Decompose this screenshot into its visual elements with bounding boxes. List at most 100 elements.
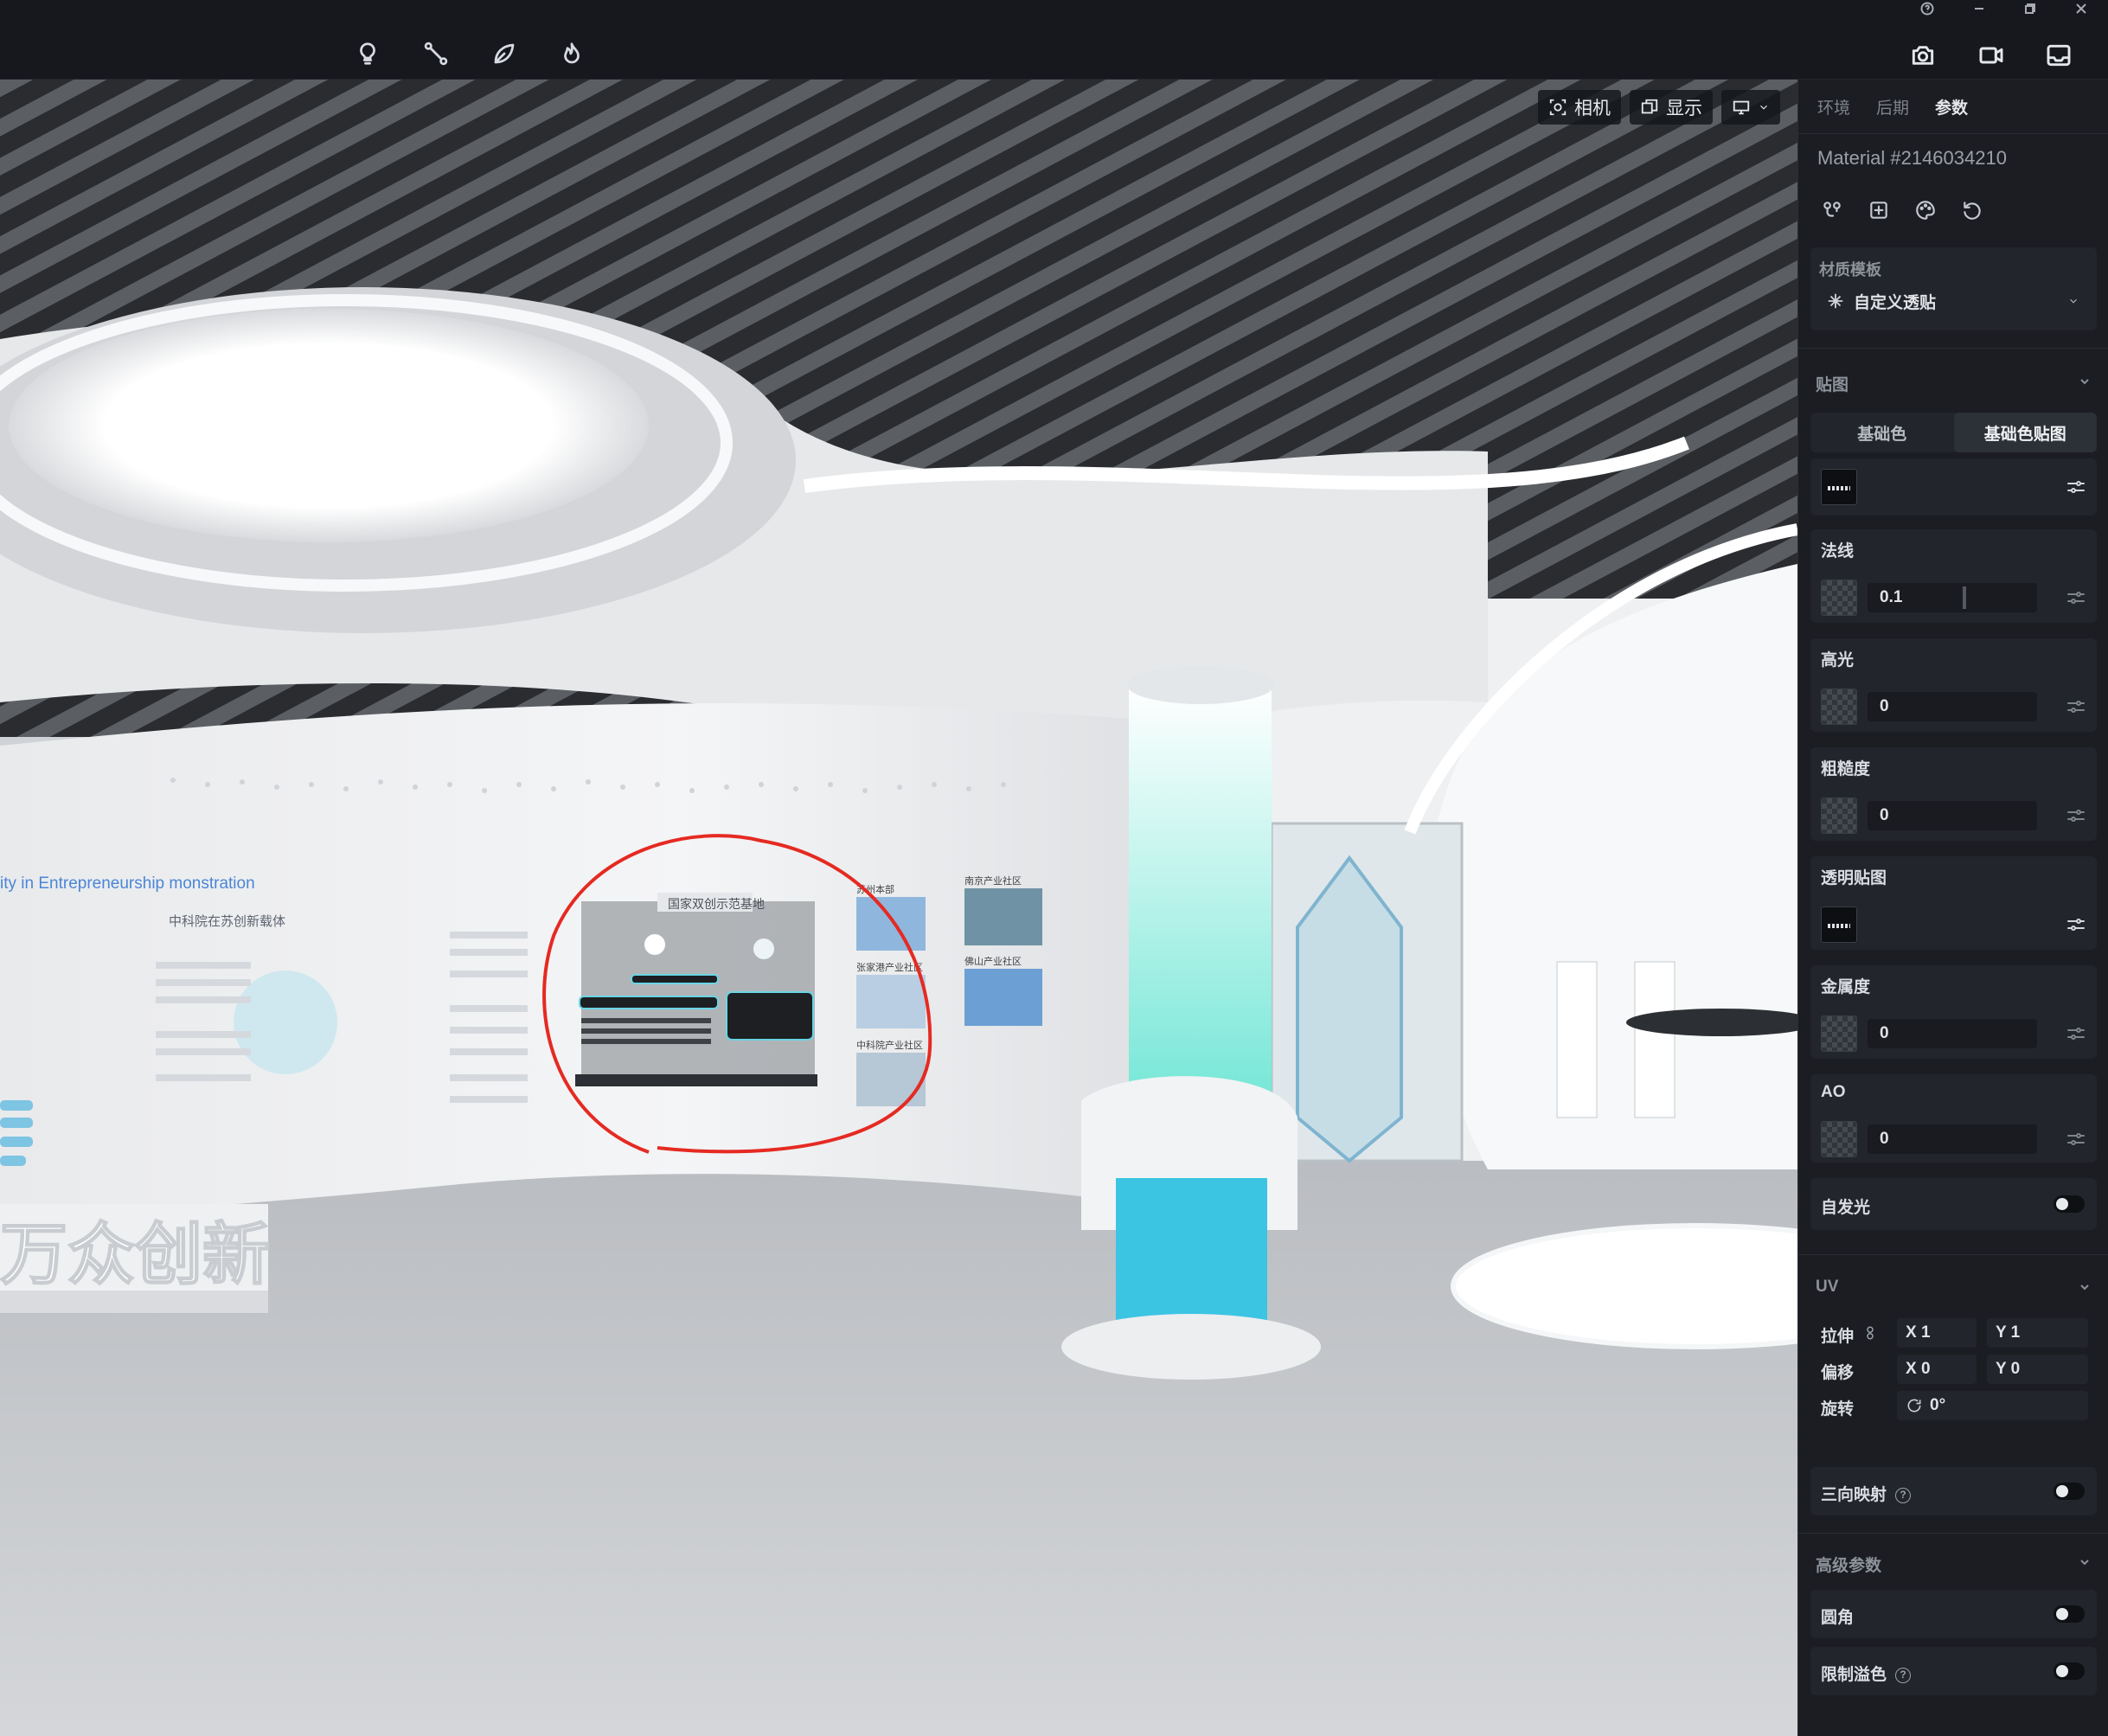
material-name: Material #2146034210 (1817, 147, 2007, 169)
uv-stretch-row: 拉伸 X 1 Y 1 (1810, 1316, 2097, 1349)
uv-stretch-x: X 1 (1906, 1323, 1931, 1342)
uv-stretch-label: 拉伸 (1821, 1328, 1855, 1346)
uv-offset-y: Y 0 (1996, 1360, 2021, 1378)
roughness-row: 粗糙度 0 (1810, 747, 2097, 841)
wall-english-text: ity in Entrepreneurship monstration (0, 874, 255, 893)
wall-title-text: 中科院在苏创新载体 (169, 913, 285, 929)
display-label: 显示 (1666, 99, 1702, 119)
uv-stretch-y-input[interactable]: Y 1 (1987, 1318, 2088, 1348)
base-color-map-tab[interactable]: 基础色贴图 (1953, 413, 2097, 452)
material-template-value: 自定义透贴 (1854, 293, 1937, 312)
ao-value: 0 (1880, 1130, 1889, 1148)
photo-caption-3: 张家港产业社区 (856, 961, 923, 973)
emissive-toggle[interactable] (2054, 1195, 2085, 1213)
uv-offset-row: 偏移 X 0 Y 0 (1810, 1353, 2097, 1386)
ao-map-thumbnail[interactable] (1821, 1121, 1857, 1157)
normal-value-input[interactable]: 0.1 (1868, 583, 2037, 612)
minimize-icon[interactable] (1966, 0, 1992, 17)
base-color-map-thumbnail[interactable] (1821, 469, 1857, 505)
flame-icon[interactable] (554, 36, 589, 71)
top-toolbar (0, 0, 2108, 80)
limit-overflow-toggle[interactable] (2054, 1662, 2085, 1680)
path-icon[interactable] (419, 36, 453, 71)
adjust-icon[interactable] (2066, 1023, 2086, 1044)
roughness-value-input[interactable]: 0 (1868, 801, 2037, 830)
uv-stretch-x-input[interactable]: X 1 (1897, 1318, 1977, 1348)
limit-overflow-row: 限制溢色? (1810, 1647, 2097, 1695)
add-copy-icon (1870, 202, 1887, 219)
properties-panel: 环境 后期 参数 Material #2146034210 材质模板 自定义透贴… (1797, 80, 2108, 1736)
leaf-icon[interactable] (487, 36, 522, 71)
render-viewport[interactable]: ity in Entrepreneurship monstration 中科院在… (0, 80, 1797, 1736)
rounded-corner-label: 圆角 (1821, 1609, 1855, 1627)
metalness-row: 金属度 0 (1810, 965, 2097, 1059)
uv-section-title: UV (1816, 1278, 1839, 1296)
divider (1798, 1533, 2108, 1534)
tab-environment[interactable]: 环境 (1817, 95, 1850, 119)
roughness-value: 0 (1880, 806, 1889, 824)
adjust-icon[interactable] (2066, 805, 2086, 826)
adjust-icon[interactable] (2066, 477, 2086, 497)
tab-post[interactable]: 后期 (1876, 95, 1909, 119)
chevron-down-icon (1760, 105, 1767, 110)
viewport-toolbar: 相机 显示 (1538, 90, 1780, 125)
emissive-row: 自发光 (1810, 1178, 2097, 1230)
adjust-icon[interactable] (2066, 587, 2086, 608)
chevron-down-icon[interactable] (2079, 375, 2091, 388)
uv-rotate-input[interactable]: 0° (1897, 1391, 2088, 1420)
base-color-tab[interactable]: 基础色 (1810, 413, 1954, 452)
scene-render: ity in Entrepreneurship monstration 中科院在… (0, 80, 1797, 1736)
specular-map-thumbnail[interactable] (1821, 689, 1857, 725)
material-template-label: 材质模板 (1819, 261, 1881, 279)
restore-icon[interactable] (2017, 0, 2043, 17)
ao-label: AO (1821, 1083, 1846, 1101)
camera-button[interactable]: 相机 (1538, 90, 1621, 125)
slider-handle[interactable] (1963, 586, 1966, 609)
duplicate-material-button[interactable] (1864, 195, 1893, 225)
uv-offset-x-input[interactable]: X 0 (1897, 1355, 1977, 1384)
specular-value-input[interactable]: 0 (1868, 692, 2037, 721)
base-color-switch: 基础色 基础色贴图 (1810, 413, 2097, 452)
display-button[interactable]: 显示 (1630, 90, 1713, 125)
metalness-value-input[interactable]: 0 (1868, 1019, 2037, 1048)
triplanar-row: 三向映射? (1810, 1467, 2097, 1515)
close-icon[interactable] (2068, 0, 2094, 17)
tab-parameters[interactable]: 参数 (1935, 95, 1968, 119)
roughness-map-thumbnail[interactable] (1821, 798, 1857, 834)
normal-map-thumbnail[interactable] (1821, 580, 1857, 616)
help-icon[interactable]: ? (1895, 1487, 1912, 1503)
chevron-down-icon[interactable] (2079, 1281, 2091, 1293)
camera-label: 相机 (1574, 99, 1611, 119)
video-icon[interactable] (1974, 38, 2009, 73)
view-mode-dropdown[interactable] (1721, 90, 1780, 125)
ao-value-input[interactable]: 0 (1868, 1124, 2037, 1154)
adjust-icon[interactable] (2066, 914, 2086, 935)
normal-label: 法线 (1821, 542, 1855, 561)
roughness-label: 粗糙度 (1821, 760, 1871, 778)
link-lock-icon[interactable] (1862, 1325, 1878, 1341)
lightbulb-icon[interactable] (350, 36, 385, 71)
rounded-corner-toggle[interactable] (2054, 1605, 2085, 1623)
opacity-map-thumbnail[interactable] (1821, 906, 1857, 943)
paint-material-button[interactable] (1911, 195, 1940, 225)
reset-material-button[interactable] (1957, 195, 1987, 225)
help-icon[interactable]: ? (1895, 1667, 1912, 1683)
link-icon (1823, 202, 1841, 217)
adjust-icon[interactable] (2066, 1129, 2086, 1150)
chevron-down-icon[interactable] (2079, 1556, 2091, 1568)
divider (1798, 1254, 2108, 1255)
inbox-icon[interactable] (2041, 38, 2076, 73)
uv-offset-y-input[interactable]: Y 0 (1987, 1355, 2088, 1384)
metalness-map-thumbnail[interactable] (1821, 1015, 1857, 1052)
adjust-icon[interactable] (2066, 696, 2086, 717)
material-template-select[interactable]: 自定义透贴 (1819, 284, 2088, 318)
link-material-button[interactable] (1817, 195, 1847, 225)
triplanar-toggle[interactable] (2054, 1483, 2085, 1500)
asterisk-icon (1828, 293, 1843, 309)
help-icon[interactable] (1914, 0, 1940, 17)
camera-icon[interactable] (1906, 38, 1940, 73)
base-color-map-row (1810, 458, 2097, 516)
floor-sign-text: 万众创新 (0, 1216, 270, 1292)
advanced-section-title: 高级参数 (1816, 1557, 1882, 1575)
board-title-text: 国家双创示范基地 (668, 897, 765, 911)
